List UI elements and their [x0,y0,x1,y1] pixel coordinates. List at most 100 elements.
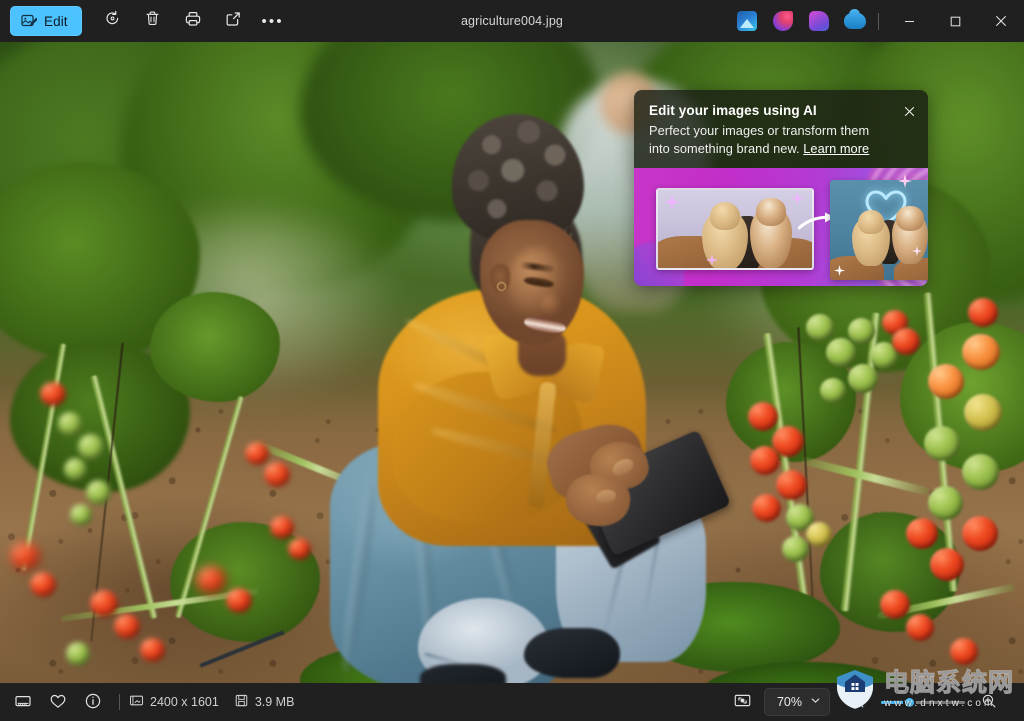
clipchamp-app-button[interactable] [801,0,837,42]
tomato [962,516,998,551]
tomato [806,522,832,547]
tomato [196,566,226,594]
zoom-in-icon [981,693,997,712]
tomato [906,518,938,549]
tomato [806,314,834,341]
tomato [30,572,56,597]
tomato [930,548,964,581]
toolbar-actions: Edit ••• [0,6,292,36]
tomato [848,364,878,393]
designer-app-button[interactable] [765,0,801,42]
tomato [924,426,960,461]
tomato [782,536,809,562]
status-bar: 2400 x 1601 3.9 MB 70% [0,683,1024,721]
tomato [950,638,978,665]
tomato [826,338,856,367]
tomato [40,382,66,406]
zoom-out-button[interactable] [840,687,874,717]
photos-app-window: Edit ••• agriculture004.jpg Edit your im… [0,0,1024,721]
more-icon: ••• [261,12,284,30]
zoom-slider-group[interactable] [834,687,1012,717]
more-options-button[interactable]: ••• [254,6,292,36]
image-dimensions: 2400 x 1601 [129,693,219,711]
file-size: 3.9 MB [234,693,295,711]
tomato [245,442,269,465]
tomato [270,516,294,539]
favorite-button[interactable] [41,687,75,717]
tomato [264,462,290,487]
tomato [64,458,87,481]
edit-button-label: Edit [44,13,68,29]
ai-promo-banner[interactable]: Edit your images using AI Perfect your i… [634,90,928,286]
delete-button[interactable] [134,6,172,36]
tomato [140,638,165,662]
clipchamp-app-icon [809,11,829,31]
zoom-out-icon [849,693,865,712]
before-image-card [656,188,814,270]
title-bar-divider [878,12,879,30]
edit-image-icon [21,13,37,29]
title-bar-right [729,0,1024,42]
fit-to-window-icon [733,691,752,713]
puppy-corgi-head [896,206,924,231]
zoom-slider-track[interactable] [881,695,965,709]
designer-app-icon [773,11,793,31]
tomato [750,446,780,475]
edit-button[interactable]: Edit [10,6,82,36]
puppy-golden-head [710,202,740,230]
tomato [906,614,934,641]
photos-app-icon [737,11,757,31]
print-button[interactable] [174,6,212,36]
heart-icon [49,692,67,713]
ai-banner-artwork [634,168,928,286]
tomato [962,334,1000,370]
tomato [964,394,1002,431]
tomato [58,412,82,436]
dimensions-icon [129,693,144,711]
ai-banner-body: Perfect your images or transform them in… [649,122,913,157]
share-button[interactable] [214,6,252,36]
puppy-corgi-head [756,198,786,226]
title-bar: Edit ••• agriculture004.jpg [0,0,1024,42]
sparkle-icon [664,194,680,210]
file-size-value: 3.9 MB [254,695,295,709]
photo-image: Edit your images using AI Perfect your i… [0,42,1024,683]
tomato [928,486,963,520]
status-bar-right: 70% [726,687,1024,717]
photos-app-button[interactable] [729,0,765,42]
photo-canvas[interactable]: Edit your images using AI Perfect your i… [0,42,1024,683]
tomato [86,480,111,505]
close-button[interactable] [978,0,1024,42]
ai-banner-line2: into something brand new. [649,140,800,156]
person-shoe [420,664,506,683]
tomato [66,642,90,666]
person-shoe [524,628,620,678]
maximize-button[interactable] [932,0,978,42]
tomato [10,542,40,570]
filmstrip-button[interactable] [6,687,40,717]
tomato [752,494,781,522]
file-info-button[interactable] [76,687,110,717]
tomato [776,470,807,500]
fit-to-window-button[interactable] [726,687,760,717]
ai-banner-title: Edit your images using AI [649,103,817,118]
tomato [114,614,140,639]
tomato [288,538,311,560]
onedrive-icon [844,9,866,29]
ai-banner-text: Edit your images using AI Perfect your i… [634,90,928,167]
learn-more-link[interactable]: Learn more [803,141,869,156]
minimize-button[interactable] [886,0,932,42]
zoom-slider-thumb[interactable] [903,695,917,709]
rotate-button[interactable] [94,6,132,36]
banner-close-button[interactable] [896,98,922,124]
puppy-golden-head [858,210,884,234]
foliage-mass [150,292,280,402]
filmstrip-icon [14,692,32,713]
tomato [962,454,999,490]
onedrive-button[interactable] [837,0,873,42]
chevron-down-icon [810,695,821,709]
zoom-level-dropdown[interactable]: 70% [763,688,830,716]
tomato [820,378,846,403]
zoom-in-button[interactable] [972,687,1006,717]
tomato [848,318,875,344]
